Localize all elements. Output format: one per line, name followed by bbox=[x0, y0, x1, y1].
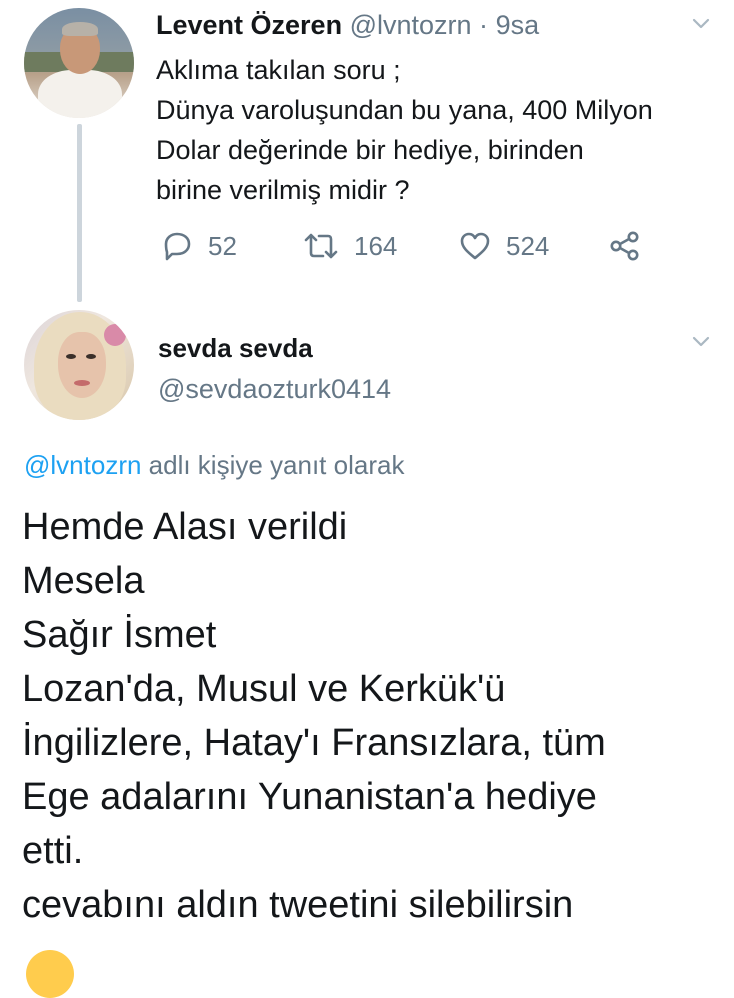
chevron-down-icon[interactable] bbox=[692, 14, 710, 32]
parent-tweet: Levent Özeren @lvntozrn · 9sa Aklıma tak… bbox=[0, 0, 734, 305]
author-handle[interactable]: @lvntozrn bbox=[350, 10, 472, 40]
tweet-text-line: Aklıma takılan soru ; bbox=[156, 55, 401, 85]
tweet-text-line: Ege adalarını Yunanistan'a hediye bbox=[22, 776, 597, 818]
tweet-text: Hemde Alası verildi Mesela Sağır İsmet L… bbox=[22, 500, 730, 932]
retweet-count: 164 bbox=[354, 230, 398, 261]
emoji-icon bbox=[26, 950, 74, 998]
chevron-down-icon[interactable] bbox=[692, 332, 710, 350]
tweet-text-line: etti. bbox=[22, 830, 84, 872]
share-button[interactable] bbox=[608, 226, 642, 266]
like-count: 524 bbox=[506, 230, 550, 261]
timestamp[interactable]: 9sa bbox=[496, 10, 540, 40]
reply-count: 52 bbox=[208, 230, 237, 261]
separator: · bbox=[479, 10, 489, 40]
like-button[interactable]: 524 bbox=[458, 226, 549, 266]
tweet-text-line: Mesela bbox=[22, 560, 145, 602]
reply-to-mention[interactable]: @lvntozrn bbox=[24, 450, 141, 480]
share-icon bbox=[610, 231, 639, 261]
tweet-text-line: İngilizlere, Hatay'ı Fransızlara, tüm bbox=[22, 722, 606, 764]
tweet-header: Levent Özeren @lvntozrn · 9sa bbox=[156, 6, 539, 44]
author-handle[interactable]: @sevdaozturk0414 bbox=[158, 370, 391, 408]
tweet-text-line: birine verilmiş midir ? bbox=[156, 175, 410, 205]
tweet-text-line: Hemde Alası verildi bbox=[22, 506, 348, 548]
tweet-text-line: Sağır İsmet bbox=[22, 614, 217, 656]
heart-icon bbox=[460, 232, 490, 260]
tweet-actions: 52 164 524 bbox=[156, 226, 716, 266]
tweet-text-line: Dünya varoluşundan bu yana, 400 Milyon bbox=[156, 95, 653, 125]
author-name[interactable]: Levent Özeren bbox=[156, 10, 342, 40]
reply-button[interactable]: 52 bbox=[160, 226, 237, 266]
tweet-text-line: Dolar değerinde bir hediye, birinden bbox=[156, 135, 584, 165]
tweet-text-line: Lozan'da, Musul ve Kerkük'ü bbox=[22, 668, 506, 710]
tweet-text-line: cevabını aldın tweetini silebilirsin bbox=[22, 884, 574, 926]
avatar[interactable] bbox=[24, 310, 134, 420]
author-name[interactable]: sevda sevda bbox=[158, 330, 313, 366]
reply-icon bbox=[164, 232, 191, 261]
avatar[interactable] bbox=[24, 8, 134, 118]
retweet-button[interactable]: 164 bbox=[302, 226, 397, 266]
thread-line bbox=[77, 124, 82, 302]
retweet-icon bbox=[304, 233, 338, 259]
reply-to-text: adlı kişiye yanıt olarak bbox=[141, 450, 405, 480]
reply-context: @lvntozrn adlı kişiye yanıt olarak bbox=[24, 446, 404, 484]
tweet-text: Aklıma takılan soru ; Dünya varoluşundan… bbox=[156, 50, 726, 210]
